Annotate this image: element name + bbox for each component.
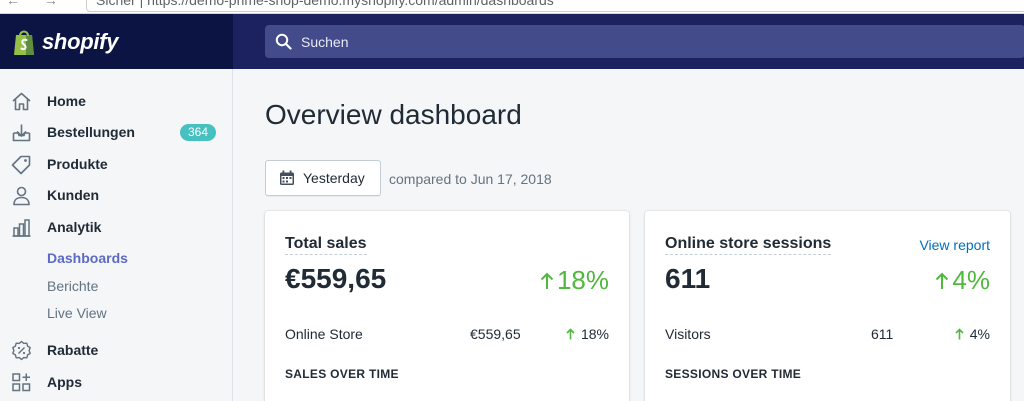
date-range-button[interactable]: Yesterday [265, 160, 381, 196]
breakdown-row-label: Online Store [285, 326, 363, 342]
orders-count-badge: 364 [180, 123, 217, 141]
breakdown-row-label: Visitors [665, 326, 711, 342]
breakdown-row-value: €559,65 [470, 326, 521, 342]
tag-icon [11, 154, 32, 175]
search-placeholder: Suchen [301, 33, 349, 50]
url-text[interactable]: Sicher | https://demo-prime-shop-demo.my… [96, 0, 554, 8]
sidebar-item-apps[interactable]: Apps [0, 367, 233, 397]
arrow-up-icon [540, 272, 554, 289]
breakdown-row-change: 4% [955, 326, 990, 342]
sidebar-item-analytics[interactable]: Analytik [0, 212, 233, 242]
sidebar: Home Bestellungen 364 Produkte Kunden An… [0, 69, 233, 401]
browser-nav-arrows[interactable]: ← → [6, 0, 68, 8]
chart-section-label: SESSIONS OVER TIME [665, 367, 802, 381]
sidebar-item-label: Analytik [47, 219, 102, 235]
sidebar-subitem-live-view[interactable]: Live View [47, 305, 107, 321]
arrow-up-icon [936, 272, 949, 289]
sidebar-item-label: Produkte [47, 156, 108, 172]
date-range-label: Yesterday [303, 170, 365, 186]
sidebar-subitem-dashboards[interactable]: Dashboards [47, 250, 128, 266]
total-sales-change: 18% [540, 265, 609, 296]
total-sales-card: Total sales €559,65 18% Online Store €55… [265, 211, 629, 401]
breakdown-row-change: 18% [566, 326, 609, 342]
apps-icon [11, 372, 32, 393]
home-icon [11, 91, 32, 112]
sidebar-item-home[interactable]: Home [0, 86, 233, 116]
search-icon [275, 33, 292, 50]
card-title[interactable]: Total sales [285, 235, 367, 255]
breakdown-row-change-value: 4% [969, 326, 990, 342]
bar-chart-icon [11, 217, 32, 238]
comparison-text: compared to Jun 17, 2018 [389, 171, 552, 187]
shopify-bag-icon [14, 30, 34, 55]
person-icon [11, 185, 32, 206]
sidebar-item-label: Apps [47, 374, 82, 390]
chart-section-label: SALES OVER TIME [285, 367, 399, 381]
online-store-sessions-card: Online store sessions View report 611 4%… [645, 211, 1010, 401]
page-title: Overview dashboard [265, 99, 522, 130]
sidebar-item-label: Kunden [47, 187, 100, 203]
sidebar-item-discounts[interactable]: Rabatte [0, 335, 233, 365]
sessions-change: 4% [935, 265, 990, 296]
arrow-up-icon [955, 328, 964, 340]
discount-icon [11, 340, 32, 361]
breakdown-row-value: 611 [871, 326, 894, 342]
sessions-change-value: 4% [952, 265, 990, 295]
sidebar-item-customers[interactable]: Kunden [0, 180, 233, 210]
sidebar-item-label: Home [47, 93, 86, 109]
shopify-logo[interactable]: shopify [0, 14, 233, 69]
view-report-link[interactable]: View report [919, 237, 990, 253]
sidebar-item-label: Rabatte [47, 342, 99, 358]
card-title[interactable]: Online store sessions [665, 235, 832, 255]
total-sales-value: €559,65 [285, 263, 387, 294]
search-input[interactable]: Suchen [265, 25, 1024, 58]
browser-address-bar: ← → Sicher | https://demo-prime-shop-dem… [0, 0, 1024, 14]
sidebar-subitem-reports[interactable]: Berichte [47, 278, 98, 294]
total-sales-change-value: 18% [556, 265, 609, 295]
sidebar-item-orders[interactable]: Bestellungen 364 [0, 117, 233, 147]
breakdown-row-change-value: 18% [580, 326, 609, 342]
shopify-wordmark: shopify [42, 28, 119, 54]
sessions-value: 611 [665, 263, 711, 294]
orders-icon [11, 122, 32, 143]
top-bar: shopify Suchen [0, 14, 1024, 69]
calendar-icon [280, 170, 294, 185]
arrow-up-icon [566, 328, 575, 340]
sidebar-item-products[interactable]: Produkte [0, 149, 233, 179]
sidebar-item-label: Bestellungen [47, 124, 135, 140]
